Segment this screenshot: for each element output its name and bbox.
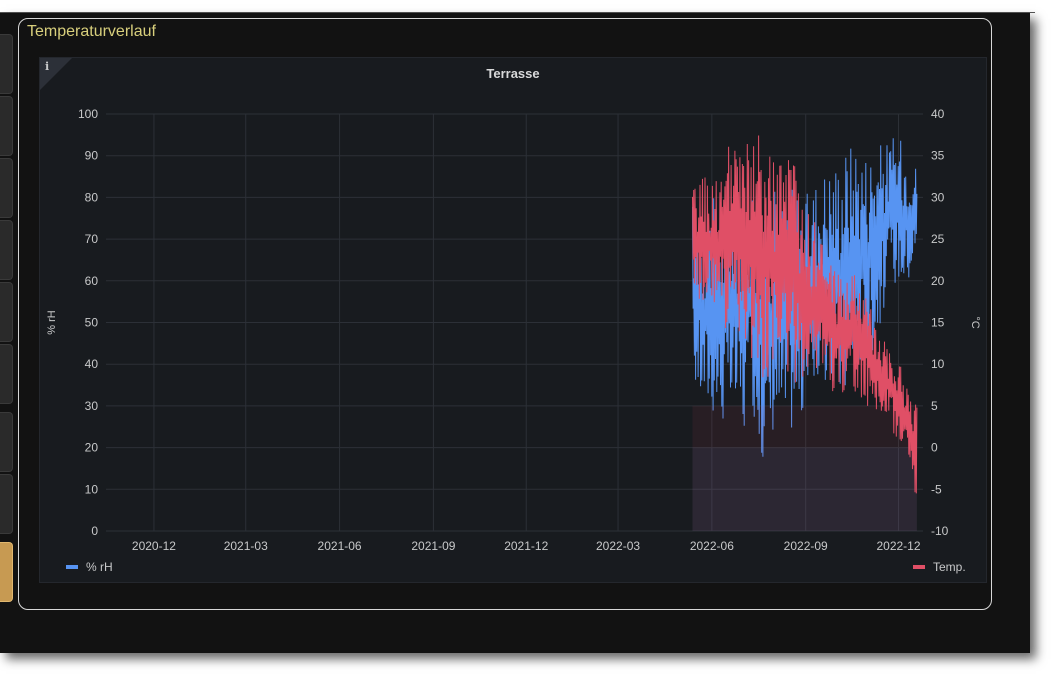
y-right-tick-label: 40 (931, 107, 945, 121)
window-top-bar (0, 0, 1035, 13)
x-tick-label: 2021-03 (224, 539, 268, 553)
sidebar-tab[interactable] (0, 34, 13, 94)
y-left-tick-label: 30 (85, 399, 99, 413)
sidebar-tab[interactable] (0, 158, 13, 218)
sidebar-tab[interactable] (0, 474, 13, 534)
y-left-tick-label: 20 (85, 441, 99, 455)
left-sidebar (0, 14, 13, 614)
x-tick-label: 2021-09 (411, 539, 455, 553)
sidebar-tab[interactable] (0, 96, 13, 156)
x-tick-label: 2021-06 (318, 539, 362, 553)
y-left-tick-label: 50 (85, 316, 99, 330)
series-fill-area (692, 405, 917, 531)
x-tick-label: 2022-09 (784, 539, 828, 553)
chart-panel: i Terrasse 0 10 20 30 40 50 60 70 80 90 100 -10 -5 0 5… (39, 57, 987, 583)
sidebar-tab-active[interactable] (0, 542, 13, 602)
y-right-tick-label: -10 (931, 524, 949, 538)
sidebar-tab[interactable] (0, 412, 13, 472)
y-left-tick-label: 60 (85, 274, 99, 288)
x-tick-label: 2022-03 (596, 539, 640, 553)
y-left-tick-label: 0 (91, 524, 98, 538)
legend-label-humidity: % rH (86, 560, 113, 574)
legend-label-temperature: Temp. (933, 560, 966, 574)
y-right-tick-label: 35 (931, 149, 945, 163)
card-title: Temperaturverlauf (27, 23, 156, 40)
y-left-tick-label: 80 (85, 190, 99, 204)
y-right-axis-label: °C (969, 316, 981, 328)
x-tick-label: 2021-12 (504, 539, 548, 553)
y-left-tick-label: 40 (85, 357, 99, 371)
x-tick-label: 2022-06 (690, 539, 734, 553)
legend-swatch-humidity (66, 565, 78, 569)
y-right-tick-label: 0 (931, 441, 938, 455)
series-layer (692, 135, 918, 531)
sidebar-tab[interactable] (0, 282, 13, 342)
y-right-tick-label: 20 (931, 274, 945, 288)
sidebar-tab[interactable] (0, 220, 13, 280)
chart-title: Terrasse (486, 66, 539, 81)
y-right-tick-label: -5 (931, 482, 942, 496)
y-left-tick-label: 10 (85, 482, 99, 496)
temperature-card: Temperaturverlauf i Terrasse 0 10 20 30 40 50… (18, 18, 992, 610)
y-left-tick-label: 70 (85, 232, 99, 246)
x-tick-label: 2020-12 (132, 539, 176, 553)
y-right-tick-label: 30 (931, 190, 945, 204)
x-tick-label: 2022-12 (876, 539, 920, 553)
y-left-tick-label: 90 (85, 149, 99, 163)
y-right-tick-label: 5 (931, 399, 938, 413)
chart-legend: % rH Temp. (66, 560, 966, 574)
y-right-tick-label: 15 (931, 316, 945, 330)
chart-svg: Terrasse 0 10 20 30 40 50 60 70 80 90 100 -10 -5 0 5 10… (46, 66, 981, 574)
legend-swatch-temperature (913, 565, 925, 569)
y-left-tick-label: 100 (78, 107, 98, 121)
y-right-tick-label: 10 (931, 357, 945, 371)
sidebar-tab[interactable] (0, 344, 13, 404)
y-left-axis-label: % rH (46, 310, 58, 335)
y-right-tick-label: 25 (931, 232, 945, 246)
